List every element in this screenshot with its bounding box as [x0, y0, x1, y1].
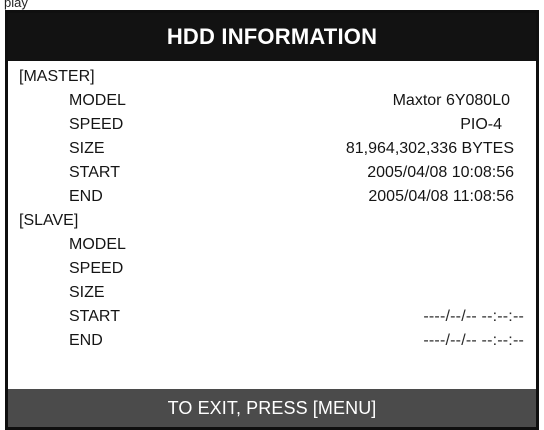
master-start-label: START [69, 164, 120, 181]
slave-end-value: ----/--/-- --:--:-- [423, 332, 524, 349]
hdd-information-screen: play HDD INFORMATION [MASTER] MODEL Maxt… [0, 0, 544, 430]
title-bar: HDD INFORMATION [8, 13, 536, 61]
slave-speed-label: SPEED [69, 260, 124, 277]
cropped-top-text: play [4, 0, 28, 10]
slave-start-value: ----/--/-- --:--:-- [423, 308, 524, 325]
master-end-label: END [69, 188, 103, 205]
master-model-value: Maxtor 6Y080L0 [392, 92, 510, 109]
master-section-label: [MASTER] [19, 68, 95, 85]
slave-size-label: SIZE [69, 284, 105, 301]
master-size-value: 81,964,302,336 BYTES [345, 140, 514, 157]
page-title: HDD INFORMATION [166, 24, 378, 49]
master-end-value: 2005/04/08 11:08:56 [368, 188, 514, 205]
master-start-value: 2005/04/08 10:08:56 [367, 164, 514, 181]
slave-model-label: MODEL [69, 236, 126, 253]
exit-instruction-bar: TO EXIT, PRESS [MENU] [8, 389, 536, 427]
slave-section-label: [SLAVE] [19, 212, 79, 229]
master-size-label: SIZE [69, 140, 105, 157]
slave-end-label: END [69, 332, 103, 349]
master-model-label: MODEL [69, 92, 126, 109]
exit-instruction-text: TO EXIT, PRESS [MENU] [167, 398, 377, 418]
cropped-top-text-fragment: play [0, 0, 544, 10]
hdd-information-panel: HDD INFORMATION [MASTER] MODEL Maxtor 6Y… [5, 10, 539, 430]
master-speed-label: SPEED [69, 116, 124, 133]
master-speed-value: PIO-4 [460, 116, 502, 133]
slave-start-label: START [69, 308, 120, 325]
